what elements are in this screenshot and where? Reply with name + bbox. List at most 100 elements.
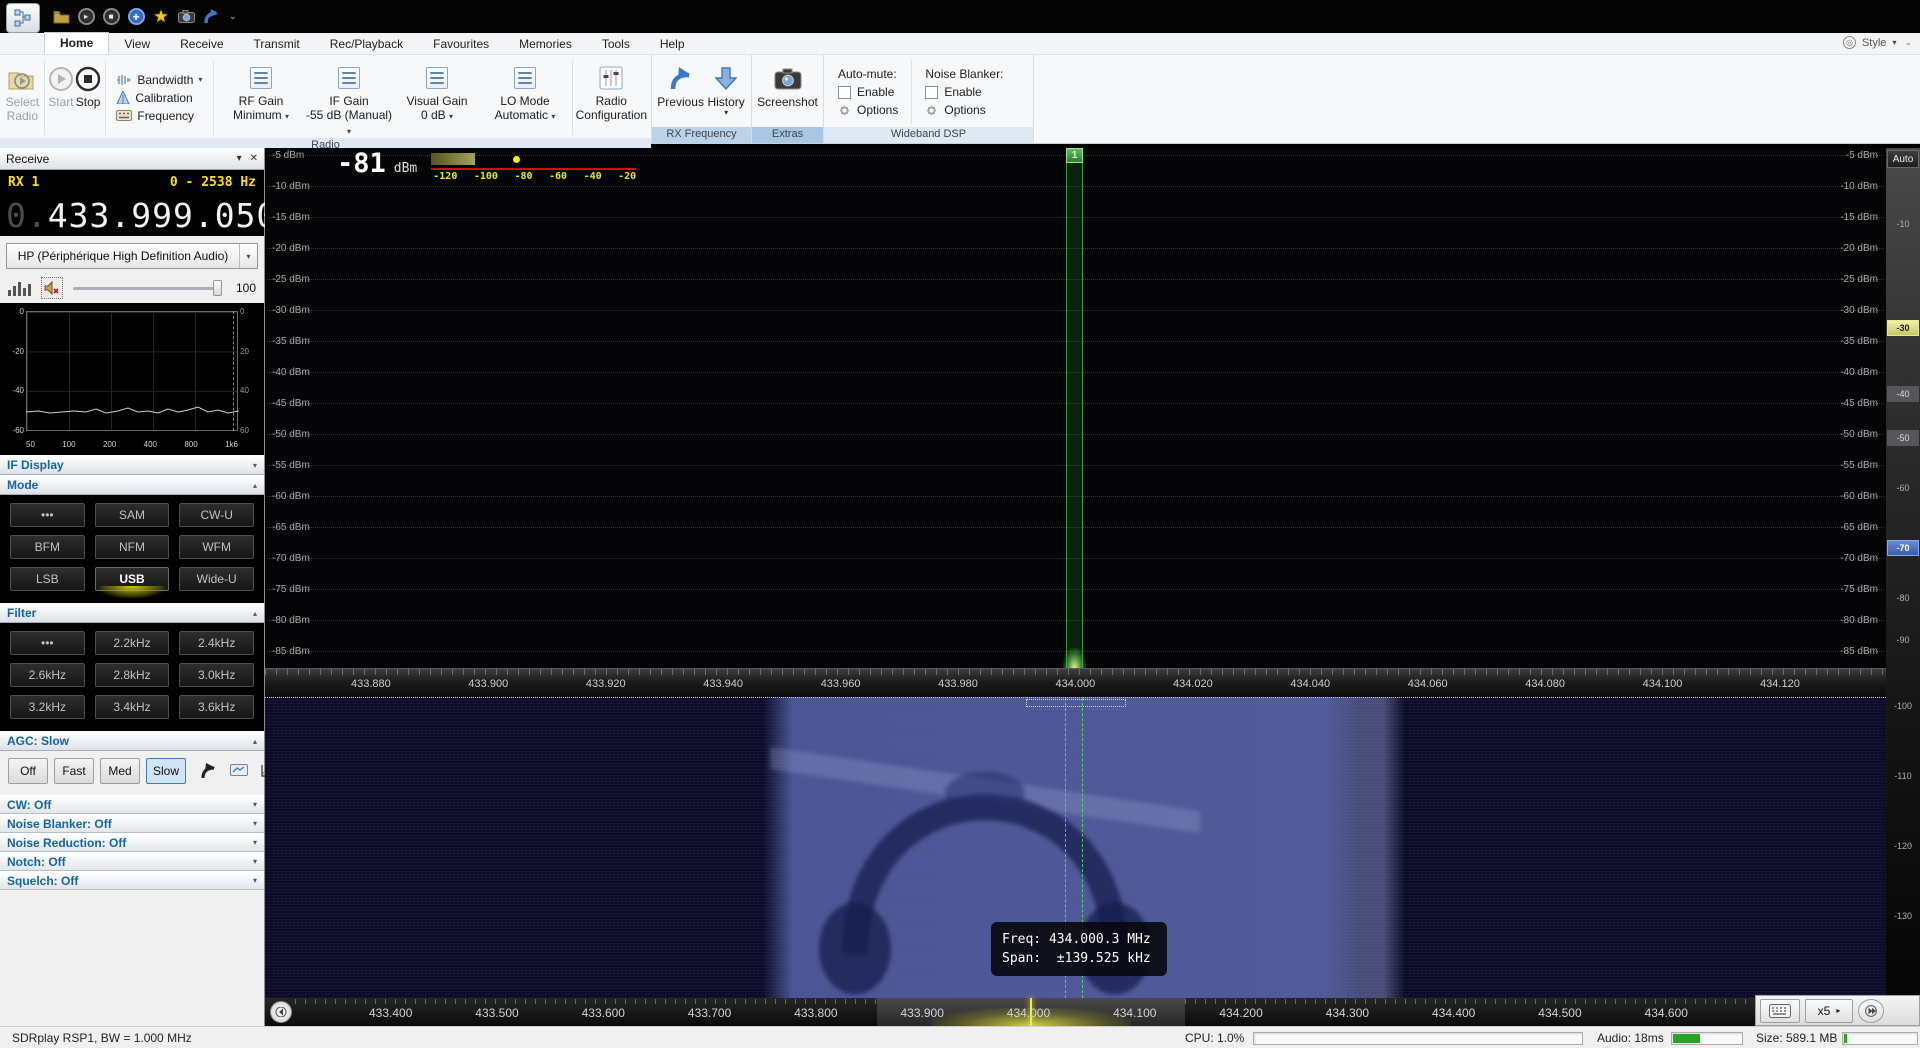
add-radio-icon[interactable]: +: [127, 8, 145, 26]
auto-mute-enable-checkbox[interactable]: Enable: [838, 85, 898, 99]
ribbon-tab[interactable]: Favourites: [418, 34, 504, 54]
style-menu[interactable]: ◎ Style ▾ ⌄: [1843, 36, 1912, 49]
spectrum-range-strip[interactable]: Auto -10-30-40-50-60-70-80-90-100-110-12…: [1886, 148, 1920, 998]
auto-mute-options-button[interactable]: Options: [838, 103, 898, 117]
dsp-option-row[interactable]: Squelch: Off ▾: [0, 871, 264, 890]
band-navigation-bar[interactable]: 433.400433.500433.600433.700433.800433.9…: [265, 998, 1920, 1026]
filter-button[interactable]: 3.0kHz: [179, 663, 254, 687]
filter-button[interactable]: 2.2kHz: [95, 631, 170, 655]
app-menu-button[interactable]: [6, 3, 40, 33]
agc-button[interactable]: Slow: [146, 758, 186, 784]
keyboard-entry-button[interactable]: [1760, 999, 1800, 1023]
agc-header[interactable]: AGC: Slow ▴: [0, 731, 264, 751]
screenshot-camera-icon[interactable]: [177, 8, 195, 26]
agc-monitor-icon[interactable]: [230, 764, 248, 778]
undo-icon[interactable]: [202, 8, 220, 26]
mode-button[interactable]: WFM: [179, 535, 254, 559]
ribbon-tab[interactable]: Rec/Playback: [315, 34, 418, 54]
ribbon-tab[interactable]: Home: [44, 32, 109, 54]
mode-button[interactable]: LSB: [10, 567, 85, 591]
calibration-button[interactable]: Calibration: [116, 91, 202, 105]
ribbon-collapse-arrow-icon[interactable]: ⌄: [1904, 37, 1912, 48]
gain-dropdown-button[interactable]: LO Mode Automatic ▾: [481, 58, 569, 137]
filter-button[interactable]: 3.2kHz: [10, 695, 85, 719]
filter-button[interactable]: 2.8kHz: [95, 663, 170, 687]
range-strip-label[interactable]: -30: [1887, 320, 1919, 336]
dsp-option-row[interactable]: CW: Off ▾: [0, 795, 264, 814]
dsp-option-row[interactable]: Notch: Off ▾: [0, 852, 264, 871]
mode-button[interactable]: Wide-U: [179, 567, 254, 591]
ribbon-tab[interactable]: Receive: [165, 34, 238, 54]
filter-button[interactable]: •••: [10, 631, 85, 655]
range-strip-label[interactable]: -80: [1887, 590, 1919, 606]
range-strip-label[interactable]: -100: [1887, 698, 1919, 714]
filter-header[interactable]: Filter ▴: [0, 603, 264, 623]
select-radio-button[interactable]: Select Radio: [4, 58, 41, 137]
noise-blanker-enable-checkbox[interactable]: Enable: [925, 85, 1003, 99]
audio-device-select[interactable]: HP (Périphérique High Definition Audio) …: [6, 243, 258, 269]
filter-button[interactable]: 2.6kHz: [10, 663, 85, 687]
stop-button[interactable]: Stop: [75, 58, 102, 137]
agc-undo-icon[interactable]: [198, 763, 218, 779]
shift-right-button[interactable]: [1858, 999, 1884, 1023]
rx-marker-flag[interactable]: 1: [1066, 148, 1083, 163]
customize-toolbar-arrow-icon[interactable]: ⌄: [229, 11, 237, 22]
favourites-star-icon[interactable]: ★: [152, 8, 170, 26]
dsp-option-row[interactable]: Noise Blanker: Off ▾: [0, 814, 264, 833]
bandwidth-button[interactable]: Bandwidth ▾: [116, 73, 202, 87]
mode-header[interactable]: Mode ▴: [0, 475, 264, 495]
open-folder-icon[interactable]: [52, 8, 70, 26]
gain-dropdown-button[interactable]: IF Gain -55 dB (Manual) ▾: [305, 58, 393, 137]
noise-blanker-options-button[interactable]: Options: [925, 103, 1003, 117]
start-button[interactable]: Start: [47, 58, 74, 137]
stop-icon[interactable]: ■: [102, 8, 120, 26]
mode-button[interactable]: •••: [10, 503, 85, 527]
gain-dropdown-button[interactable]: Visual Gain 0 dB ▾: [393, 58, 481, 137]
radio-configuration-button[interactable]: Radio Configuration: [576, 58, 647, 137]
filter-button[interactable]: 2.4kHz: [179, 631, 254, 655]
range-strip-label[interactable]: -90: [1887, 632, 1919, 648]
range-strip-label[interactable]: -110: [1887, 768, 1919, 784]
filter-button[interactable]: 3.6kHz: [179, 695, 254, 719]
mode-button[interactable]: CW-U: [179, 503, 254, 527]
range-strip-label[interactable]: -10: [1887, 216, 1919, 232]
agc-button[interactable]: Fast: [54, 758, 94, 784]
frequency-button[interactable]: Frequency: [116, 109, 202, 123]
spectrum-plot[interactable]: -5 dBm-10 dBm-15 dBm-20 dBm-25 dBm-30 dB…: [265, 148, 1886, 668]
waterfall-display[interactable]: Freq: 434.000.3 MHz Span: ±139.525 kHz: [265, 697, 1886, 998]
shift-left-button[interactable]: [270, 1001, 292, 1023]
ribbon-tab[interactable]: Transmit: [239, 34, 315, 54]
history-button[interactable]: History ▾: [705, 58, 747, 126]
panel-close-icon[interactable]: ✕: [250, 153, 258, 164]
frequency-display[interactable]: 0.433.999.050: [0, 194, 264, 236]
zoom-factor-button[interactable]: x5 ▸: [1805, 999, 1853, 1023]
mode-button[interactable]: NFM: [95, 535, 170, 559]
ribbon-tab[interactable]: Memories: [504, 34, 587, 54]
volume-slider-thumb[interactable]: [213, 280, 222, 296]
previous-button[interactable]: Previous: [656, 58, 705, 126]
range-strip-label[interactable]: -60: [1887, 480, 1919, 496]
range-strip-label[interactable]: -130: [1887, 908, 1919, 924]
volume-slider[interactable]: [73, 279, 222, 297]
gain-dropdown-button[interactable]: RF Gain Minimum ▾: [217, 58, 305, 137]
mode-button[interactable]: BFM: [10, 535, 85, 559]
play-icon[interactable]: ▸: [77, 8, 95, 26]
agc-button[interactable]: Off: [8, 758, 48, 784]
if-display-header[interactable]: IF Display ▾: [0, 455, 264, 475]
range-strip-label[interactable]: -70: [1887, 540, 1919, 556]
equalizer-icon[interactable]: [8, 280, 31, 296]
mute-button[interactable]: [41, 277, 63, 299]
tuned-passband-overlay[interactable]: [1066, 148, 1083, 668]
filter-button[interactable]: 3.4kHz: [95, 695, 170, 719]
mode-button[interactable]: SAM: [95, 503, 170, 527]
range-strip-label[interactable]: -50: [1887, 430, 1919, 446]
panel-collapse-arrow-icon[interactable]: ▾: [237, 153, 242, 164]
ribbon-tab[interactable]: Help: [645, 34, 700, 54]
screenshot-button[interactable]: Screenshot: [756, 58, 819, 126]
ribbon-tab[interactable]: View: [109, 34, 165, 54]
dsp-option-row[interactable]: Noise Reduction: Off ▾: [0, 833, 264, 852]
auto-range-button[interactable]: Auto: [1887, 150, 1919, 168]
mode-button[interactable]: USB: [95, 567, 170, 591]
spectrum-frequency-scale[interactable]: 433.880433.900433.920433.940433.960433.9…: [265, 668, 1886, 697]
ribbon-tab[interactable]: Tools: [587, 34, 645, 54]
